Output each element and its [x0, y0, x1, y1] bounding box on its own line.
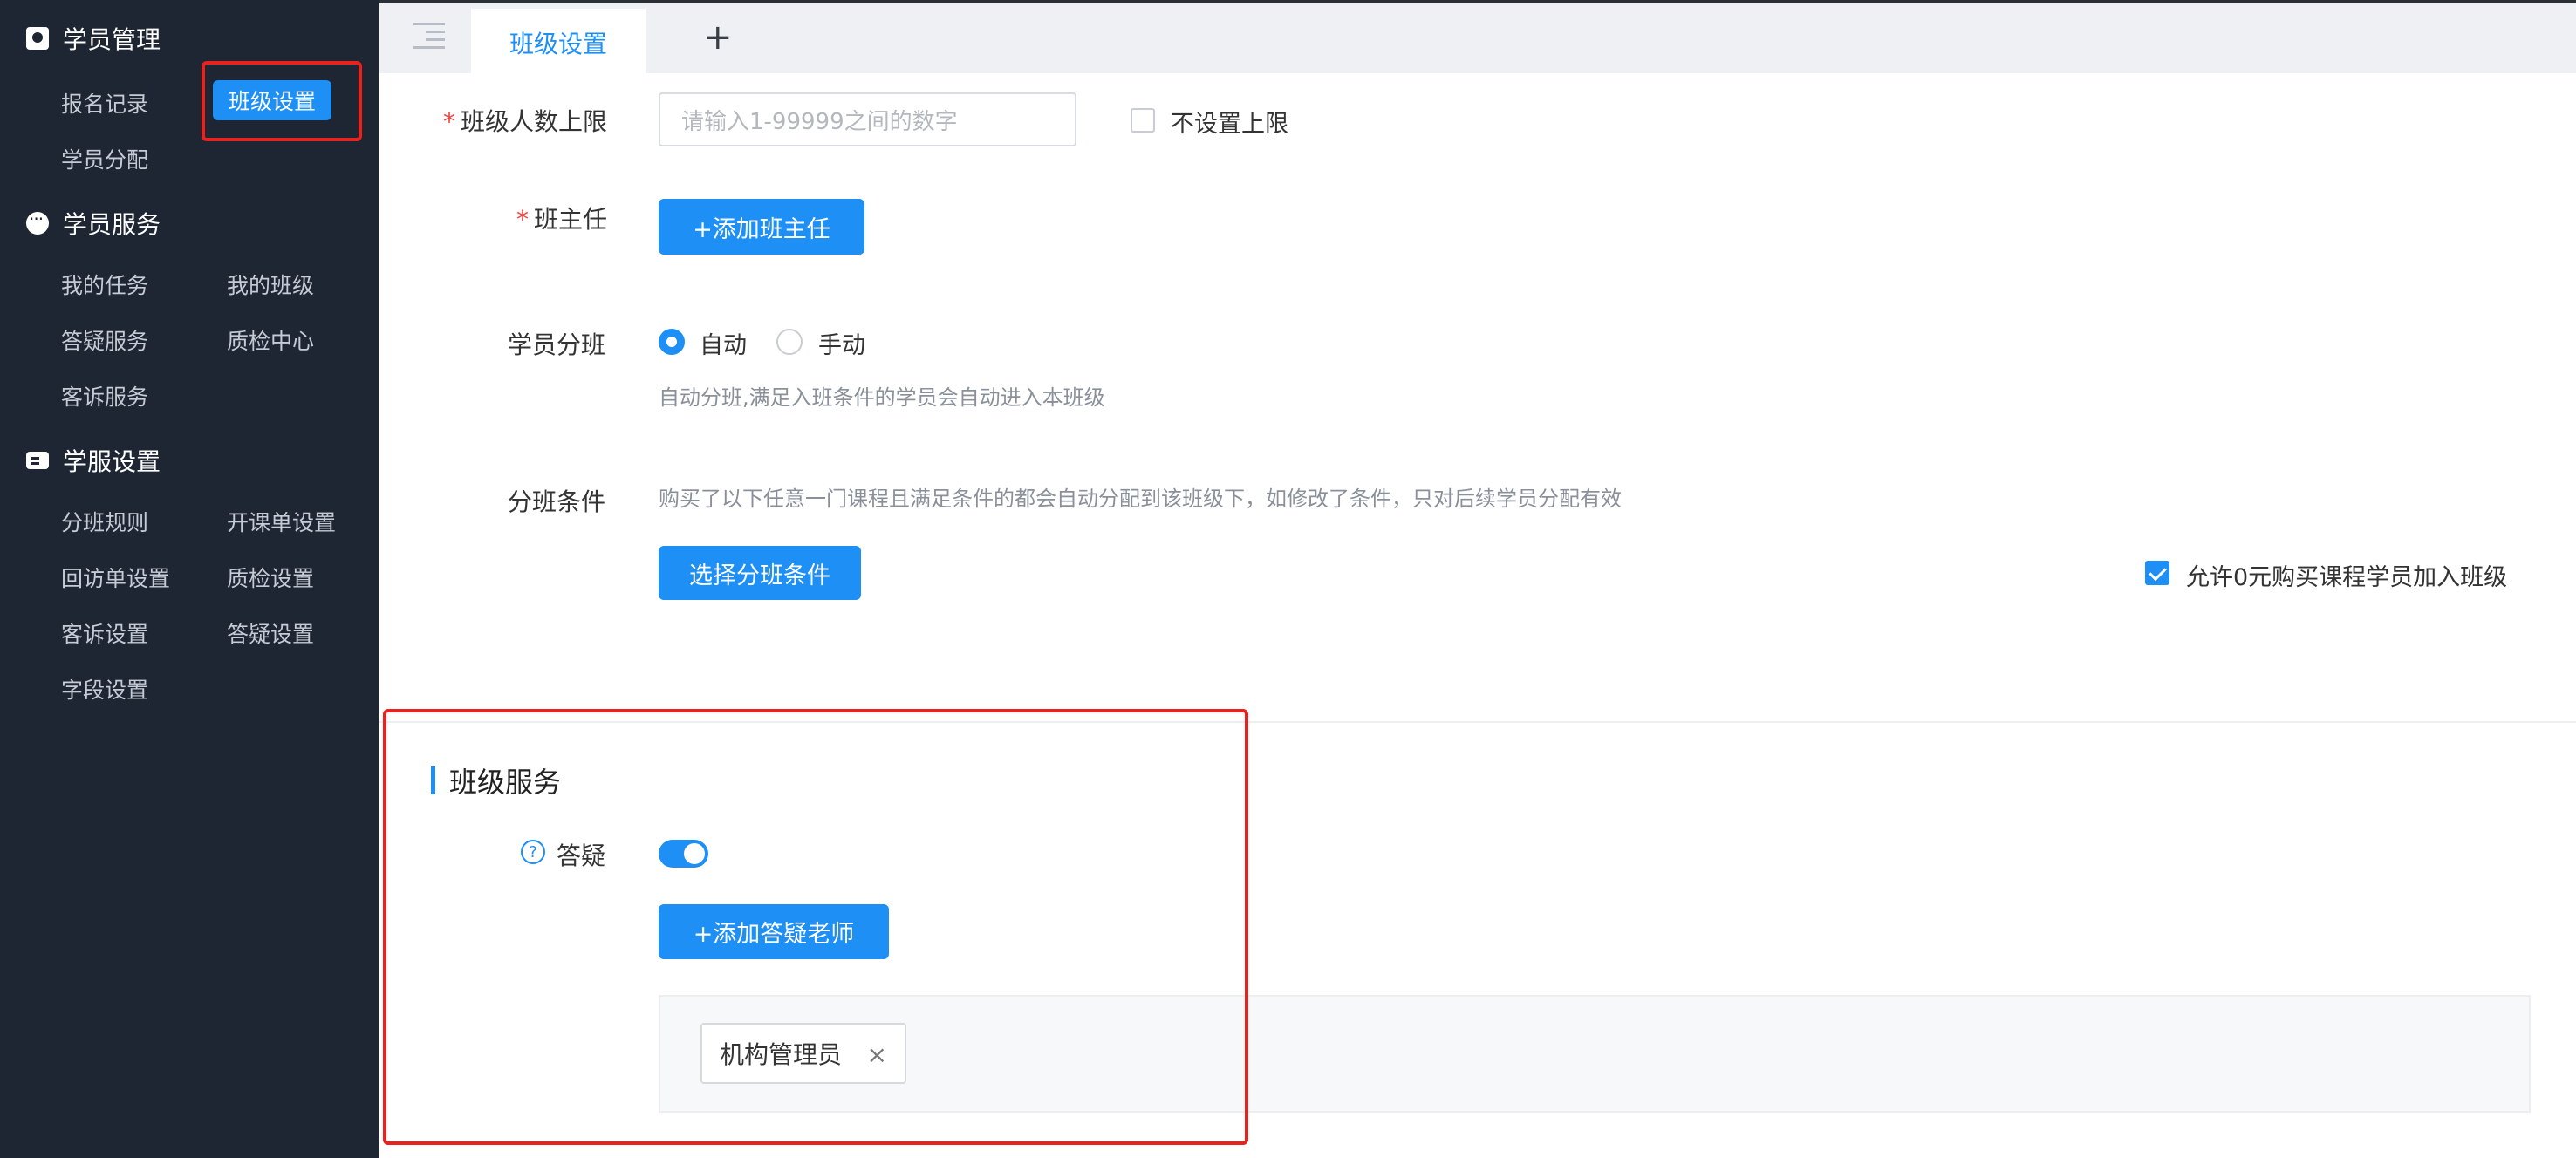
- class-limit-input[interactable]: 请输入1-99999之间的数字: [659, 92, 1076, 146]
- sidebar-section-label: 学员管理: [63, 25, 161, 54]
- sidebar-item-field-settings[interactable]: 字段设置: [61, 673, 148, 705]
- chat-bubble-icon: [26, 208, 49, 235]
- contacts-book-icon: [26, 27, 49, 50]
- menu-collapse-icon[interactable]: [413, 23, 445, 49]
- required-mark: *: [443, 107, 455, 136]
- sidebar-item-qa-service[interactable]: 答疑服务: [61, 324, 148, 356]
- class-limit-label: * 班级人数上限: [443, 103, 607, 138]
- sidebar-item-qa-settings[interactable]: 答疑设置: [227, 617, 314, 649]
- sidebar-section-label: 学员服务: [63, 210, 161, 239]
- head-teacher-label: * 班主任: [516, 201, 607, 235]
- select-condition-button[interactable]: 选择分班条件: [659, 546, 861, 600]
- sidebar-item-split-rules[interactable]: 分班规则: [61, 506, 148, 537]
- sidebar-item-complaint-service[interactable]: 客诉服务: [61, 380, 148, 412]
- tab-class-settings[interactable]: 班级设置: [471, 9, 646, 77]
- add-tab-button[interactable]: +: [703, 17, 733, 58]
- sidebar-item-revisit-settings[interactable]: 回访单设置: [61, 562, 170, 593]
- highlight-box-class-settings: [202, 61, 362, 141]
- no-limit-checkbox[interactable]: [1131, 108, 1155, 133]
- no-limit-checkbox-label: 不设置上限: [1171, 111, 1288, 138]
- allow-zero-checkbox-label: 允许0元购买课程学员加入班级: [2186, 564, 2508, 591]
- sidebar: 学员管理 报名记录 班级设置 学员分配 学员服务 我的任务 我的班级 答疑服务 …: [0, 0, 379, 1158]
- condition-label: 分班条件: [508, 487, 606, 516]
- sidebar-item-course-order-settings[interactable]: 开课单设置: [227, 506, 336, 537]
- sidebar-item-my-classes[interactable]: 我的班级: [227, 269, 314, 300]
- sidebar-item-qc-settings[interactable]: 质检设置: [227, 562, 314, 593]
- condition-hint: 购买了以下任意一门课程且满足条件的都会自动分配到该班级下，如修改了条件，只对后续…: [659, 487, 1622, 511]
- class-limit-label-text: 班级人数上限: [461, 107, 608, 136]
- highlight-box-class-service: [383, 709, 1248, 1145]
- settings-card-icon: [26, 452, 49, 469]
- class-limit-placeholder: 请输入1-99999之间的数字: [681, 108, 958, 135]
- sidebar-item-signup-records[interactable]: 报名记录: [61, 87, 148, 119]
- tab-bar: 班级设置 +: [379, 0, 2576, 77]
- assign-manual-radio[interactable]: [776, 329, 803, 355]
- sidebar-section-service-settings[interactable]: 学服设置: [26, 443, 161, 478]
- sidebar-section-student-management[interactable]: 学员管理: [26, 21, 161, 56]
- sidebar-item-qc-center[interactable]: 质检中心: [227, 324, 314, 356]
- head-teacher-label-text: 班主任: [534, 205, 608, 234]
- sidebar-item-complaint-settings[interactable]: 客诉设置: [61, 617, 148, 649]
- sidebar-item-student-assign[interactable]: 学员分配: [61, 143, 148, 174]
- sidebar-section-student-service[interactable]: 学员服务: [26, 206, 161, 241]
- assign-manual-label: 手动: [818, 332, 865, 359]
- sidebar-item-my-tasks[interactable]: 我的任务: [61, 269, 148, 300]
- assign-hint: 自动分班,满足入班条件的学员会自动进入本班级: [659, 385, 1105, 410]
- required-mark: *: [516, 205, 529, 234]
- assign-auto-label: 自动: [700, 332, 747, 359]
- assign-auto-radio[interactable]: [659, 329, 685, 355]
- add-head-teacher-button[interactable]: +添加班主任: [659, 199, 864, 255]
- student-assign-label: 学员分班: [508, 330, 606, 359]
- allow-zero-checkbox[interactable]: [2145, 561, 2169, 585]
- sidebar-section-label: 学服设置: [63, 447, 161, 476]
